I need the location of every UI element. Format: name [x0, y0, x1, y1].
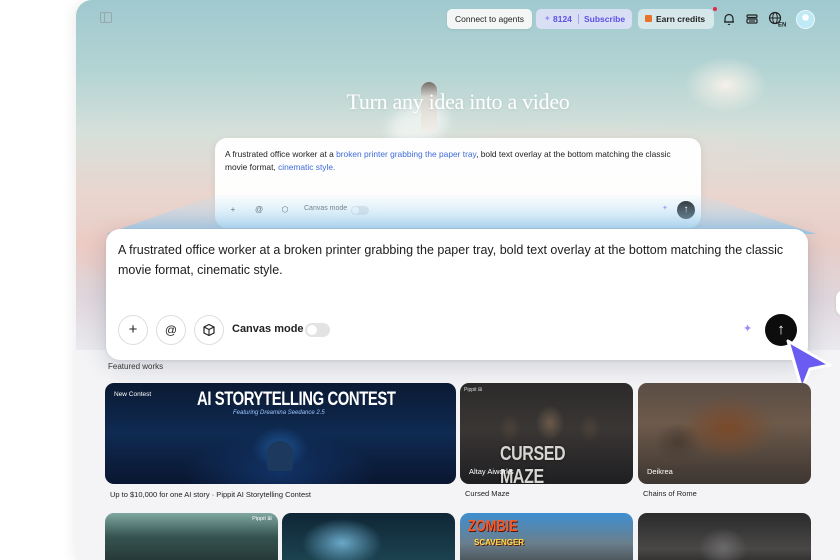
featured-card-cursed-maze[interactable]: Pippit ⊞ CURSED MAZE Altay Aiworks: [460, 383, 633, 484]
poster-title: CURSED MAZE: [500, 443, 566, 484]
add-button[interactable]: +: [118, 315, 148, 345]
prompt-card[interactable]: A frustrated office worker at a broken p…: [106, 229, 808, 360]
top-bar: Connect to agents ✦ 8124 Subscribe Earn …: [76, 7, 840, 30]
bell-icon[interactable]: [722, 12, 736, 26]
featured-card[interactable]: Pippit ⊞: [105, 513, 278, 560]
new-contest-badge: New Contest: [114, 391, 152, 398]
featured-caption[interactable]: Up to $10,000 for one AI story · Pippit …: [110, 490, 311, 499]
featured-works-heading: Featured works: [108, 362, 164, 371]
hero-title: Turn any idea into a video: [346, 89, 570, 114]
send-icon-small: ↑: [677, 201, 695, 219]
featured-caption[interactable]: Cursed Maze: [465, 489, 510, 498]
add-icon-small: +: [230, 205, 236, 214]
featured-card-chains-of-rome[interactable]: Deikrea: [638, 383, 811, 484]
contest-figure: [267, 441, 293, 471]
avatar[interactable]: [796, 10, 815, 29]
canvas-mode-label: Canvas mode: [232, 323, 304, 335]
sparkle-icon: ✦: [544, 14, 551, 23]
prompt-text-highlight: broken printer grabbing the paper tray: [336, 149, 477, 159]
gift-icon: [645, 15, 652, 22]
earn-credits-label: Earn credits: [656, 14, 706, 24]
cube-button[interactable]: [194, 315, 224, 345]
card-author: Deikrea: [647, 467, 673, 476]
globe-icon[interactable]: EN: [768, 11, 788, 27]
poster-title: ZOMBIE: [468, 518, 518, 535]
featured-card-contest[interactable]: New Contest AI STORYTELLING CONTEST Feat…: [105, 383, 456, 484]
prompt-tools-background: + @ ⬡ Canvas mode ✦ ↑: [225, 201, 695, 219]
contest-subline: Featuring Dreamina Seedance 2.5: [233, 410, 325, 416]
side-panel-handle[interactable]: [836, 290, 840, 316]
sparkle-icon[interactable]: ✦: [743, 322, 752, 335]
prompt-card-background: A frustrated office worker at a broken p…: [215, 138, 701, 228]
mention-icon-small: @: [254, 205, 264, 214]
featured-card[interactable]: [638, 513, 811, 560]
prompt-toolbar: + @ Canvas mode ✦ ↑: [118, 314, 798, 346]
card-author: Altay Aiworks: [469, 467, 514, 476]
prompt-text-part: A frustrated office worker at a: [225, 149, 337, 159]
pippit-tag: Pippit ⊞: [252, 516, 272, 522]
sidebar-toggle-icon[interactable]: [100, 12, 112, 23]
credits-badge[interactable]: ✦ 8124 Subscribe: [536, 9, 632, 29]
language-label: EN: [778, 23, 786, 28]
credits-count: 8124: [553, 14, 572, 24]
prompt-text-background: A frustrated office worker at a broken p…: [225, 148, 685, 174]
connect-agents-button[interactable]: Connect to agents: [447, 9, 532, 29]
featured-card[interactable]: [282, 513, 455, 560]
cube-icon-small: ⬡: [281, 205, 289, 214]
canvas-mode-toggle[interactable]: [305, 323, 330, 337]
featured-caption[interactable]: Chains of Rome: [643, 489, 697, 498]
sparkle-icon-small: ✦: [662, 205, 668, 212]
subscribe-link[interactable]: Subscribe: [584, 9, 625, 29]
canvas-mode-label-small: Canvas mode: [304, 205, 348, 212]
prompt-text-highlight: cinematic style.: [278, 162, 336, 172]
pippit-tag: Pippit ⊞: [464, 387, 483, 393]
notification-dot: [713, 7, 717, 11]
featured-card-zombie[interactable]: ZOMBIE SCAVENGER: [460, 513, 633, 560]
cube-icon: [203, 323, 215, 337]
mention-button[interactable]: @: [156, 315, 186, 345]
app-window: Connect to agents ✦ 8124 Subscribe Earn …: [76, 0, 840, 560]
prompt-input[interactable]: A frustrated office worker at a broken p…: [118, 240, 788, 280]
canvas-mode-toggle-small: [351, 206, 369, 215]
poster-subtitle: SCAVENGER: [474, 538, 525, 547]
earn-credits-button[interactable]: Earn credits: [638, 7, 717, 29]
credits-divider: [578, 14, 579, 24]
stack-icon[interactable]: [745, 12, 759, 26]
contest-headline: AI STORYTELLING CONTEST: [197, 389, 396, 410]
